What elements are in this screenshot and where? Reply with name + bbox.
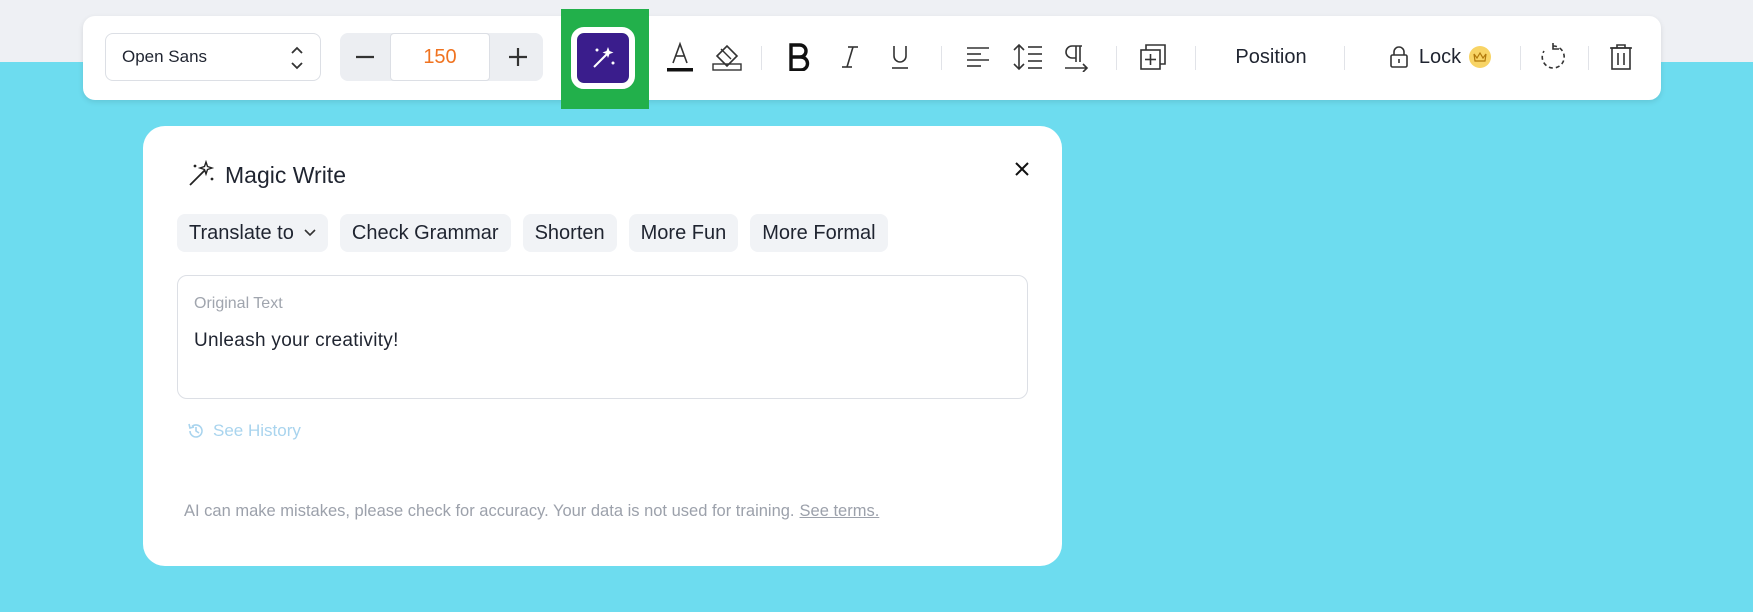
decrease-size-button[interactable] <box>340 33 390 81</box>
underline-button[interactable] <box>883 37 917 77</box>
close-button[interactable] <box>1009 156 1035 182</box>
duplicate-icon <box>1140 44 1166 70</box>
chevron-updown-icon <box>291 46 303 70</box>
bold-button[interactable] <box>782 37 816 77</box>
magic-write-highlight <box>561 9 649 109</box>
separator <box>1344 46 1345 70</box>
separator <box>1588 46 1589 70</box>
more-fun-chip[interactable]: More Fun <box>628 214 739 252</box>
delete-button[interactable] <box>1604 37 1638 77</box>
original-text-label: Original Text <box>194 295 283 312</box>
separator <box>941 46 942 70</box>
separator <box>761 46 762 70</box>
text-toolbar: Open Sans 150 Position Lock <box>83 9 1661 109</box>
bold-icon <box>789 43 810 71</box>
position-label: Position <box>1235 45 1307 68</box>
translate-to-label: Translate to <box>189 221 294 244</box>
magic-write-panel: Magic Write Translate to Check Grammar S… <box>143 126 1062 566</box>
font-size-stepper: 150 <box>340 33 543 81</box>
fill-color-icon <box>712 44 742 71</box>
font-family-select[interactable]: Open Sans <box>105 33 321 81</box>
italic-icon <box>842 46 858 68</box>
disclaimer-text: AI can make mistakes, please check for a… <box>184 502 795 520</box>
position-button[interactable]: Position <box>1221 37 1321 77</box>
see-history-label: See History <box>213 421 301 440</box>
action-chips: Translate to Check Grammar Shorten More … <box>177 214 888 252</box>
trash-icon <box>1610 44 1632 70</box>
check-grammar-chip[interactable]: Check Grammar <box>339 214 511 252</box>
magic-wand-icon <box>189 160 215 186</box>
underline-icon <box>892 46 908 69</box>
align-button[interactable] <box>961 37 995 77</box>
line-spacing-icon <box>1013 43 1042 71</box>
text-color-button[interactable] <box>663 37 697 77</box>
history-icon <box>188 423 203 438</box>
more-formal-chip[interactable]: More Formal <box>750 214 888 252</box>
text-color-icon <box>667 41 693 72</box>
fill-color-button[interactable] <box>710 37 744 77</box>
separator <box>1116 46 1117 70</box>
font-size-input[interactable]: 150 <box>390 33 490 81</box>
font-family-value: Open Sans <box>122 47 208 66</box>
ai-disclaimer: AI can make mistakes, please check for a… <box>184 502 879 521</box>
separator <box>1520 46 1521 70</box>
plus-icon <box>509 48 527 66</box>
see-history-link[interactable]: See History <box>187 421 301 441</box>
original-text-value: Unleash your creativity! <box>194 330 399 351</box>
chevron-down-icon <box>304 229 316 237</box>
see-terms-link[interactable]: See terms. <box>800 502 880 520</box>
paragraph-button[interactable] <box>1057 37 1097 77</box>
align-left-icon <box>967 47 989 67</box>
lock-label: Lock <box>1418 45 1462 68</box>
line-spacing-button[interactable] <box>1008 37 1048 77</box>
panel-title: Magic Write <box>225 162 346 188</box>
translate-to-chip[interactable]: Translate to <box>177 214 328 252</box>
magic-write-button[interactable] <box>571 27 635 89</box>
magic-wand-icon <box>593 47 615 68</box>
increase-size-button[interactable] <box>493 33 543 81</box>
italic-button[interactable] <box>833 37 867 77</box>
lock-icon <box>1390 46 1408 68</box>
lock-button[interactable]: Lock <box>1375 37 1505 77</box>
separator <box>1195 46 1196 70</box>
rotate-button[interactable] <box>1536 37 1570 77</box>
duplicate-button[interactable] <box>1136 37 1170 77</box>
paragraph-icon <box>1065 45 1089 72</box>
rotate-icon <box>1541 43 1565 69</box>
crown-icon <box>1469 46 1492 68</box>
minus-icon <box>356 55 374 59</box>
close-icon <box>1015 162 1029 176</box>
original-text-box[interactable]: Original Text Unleash your creativity! <box>177 275 1028 399</box>
shorten-chip[interactable]: Shorten <box>522 214 617 252</box>
